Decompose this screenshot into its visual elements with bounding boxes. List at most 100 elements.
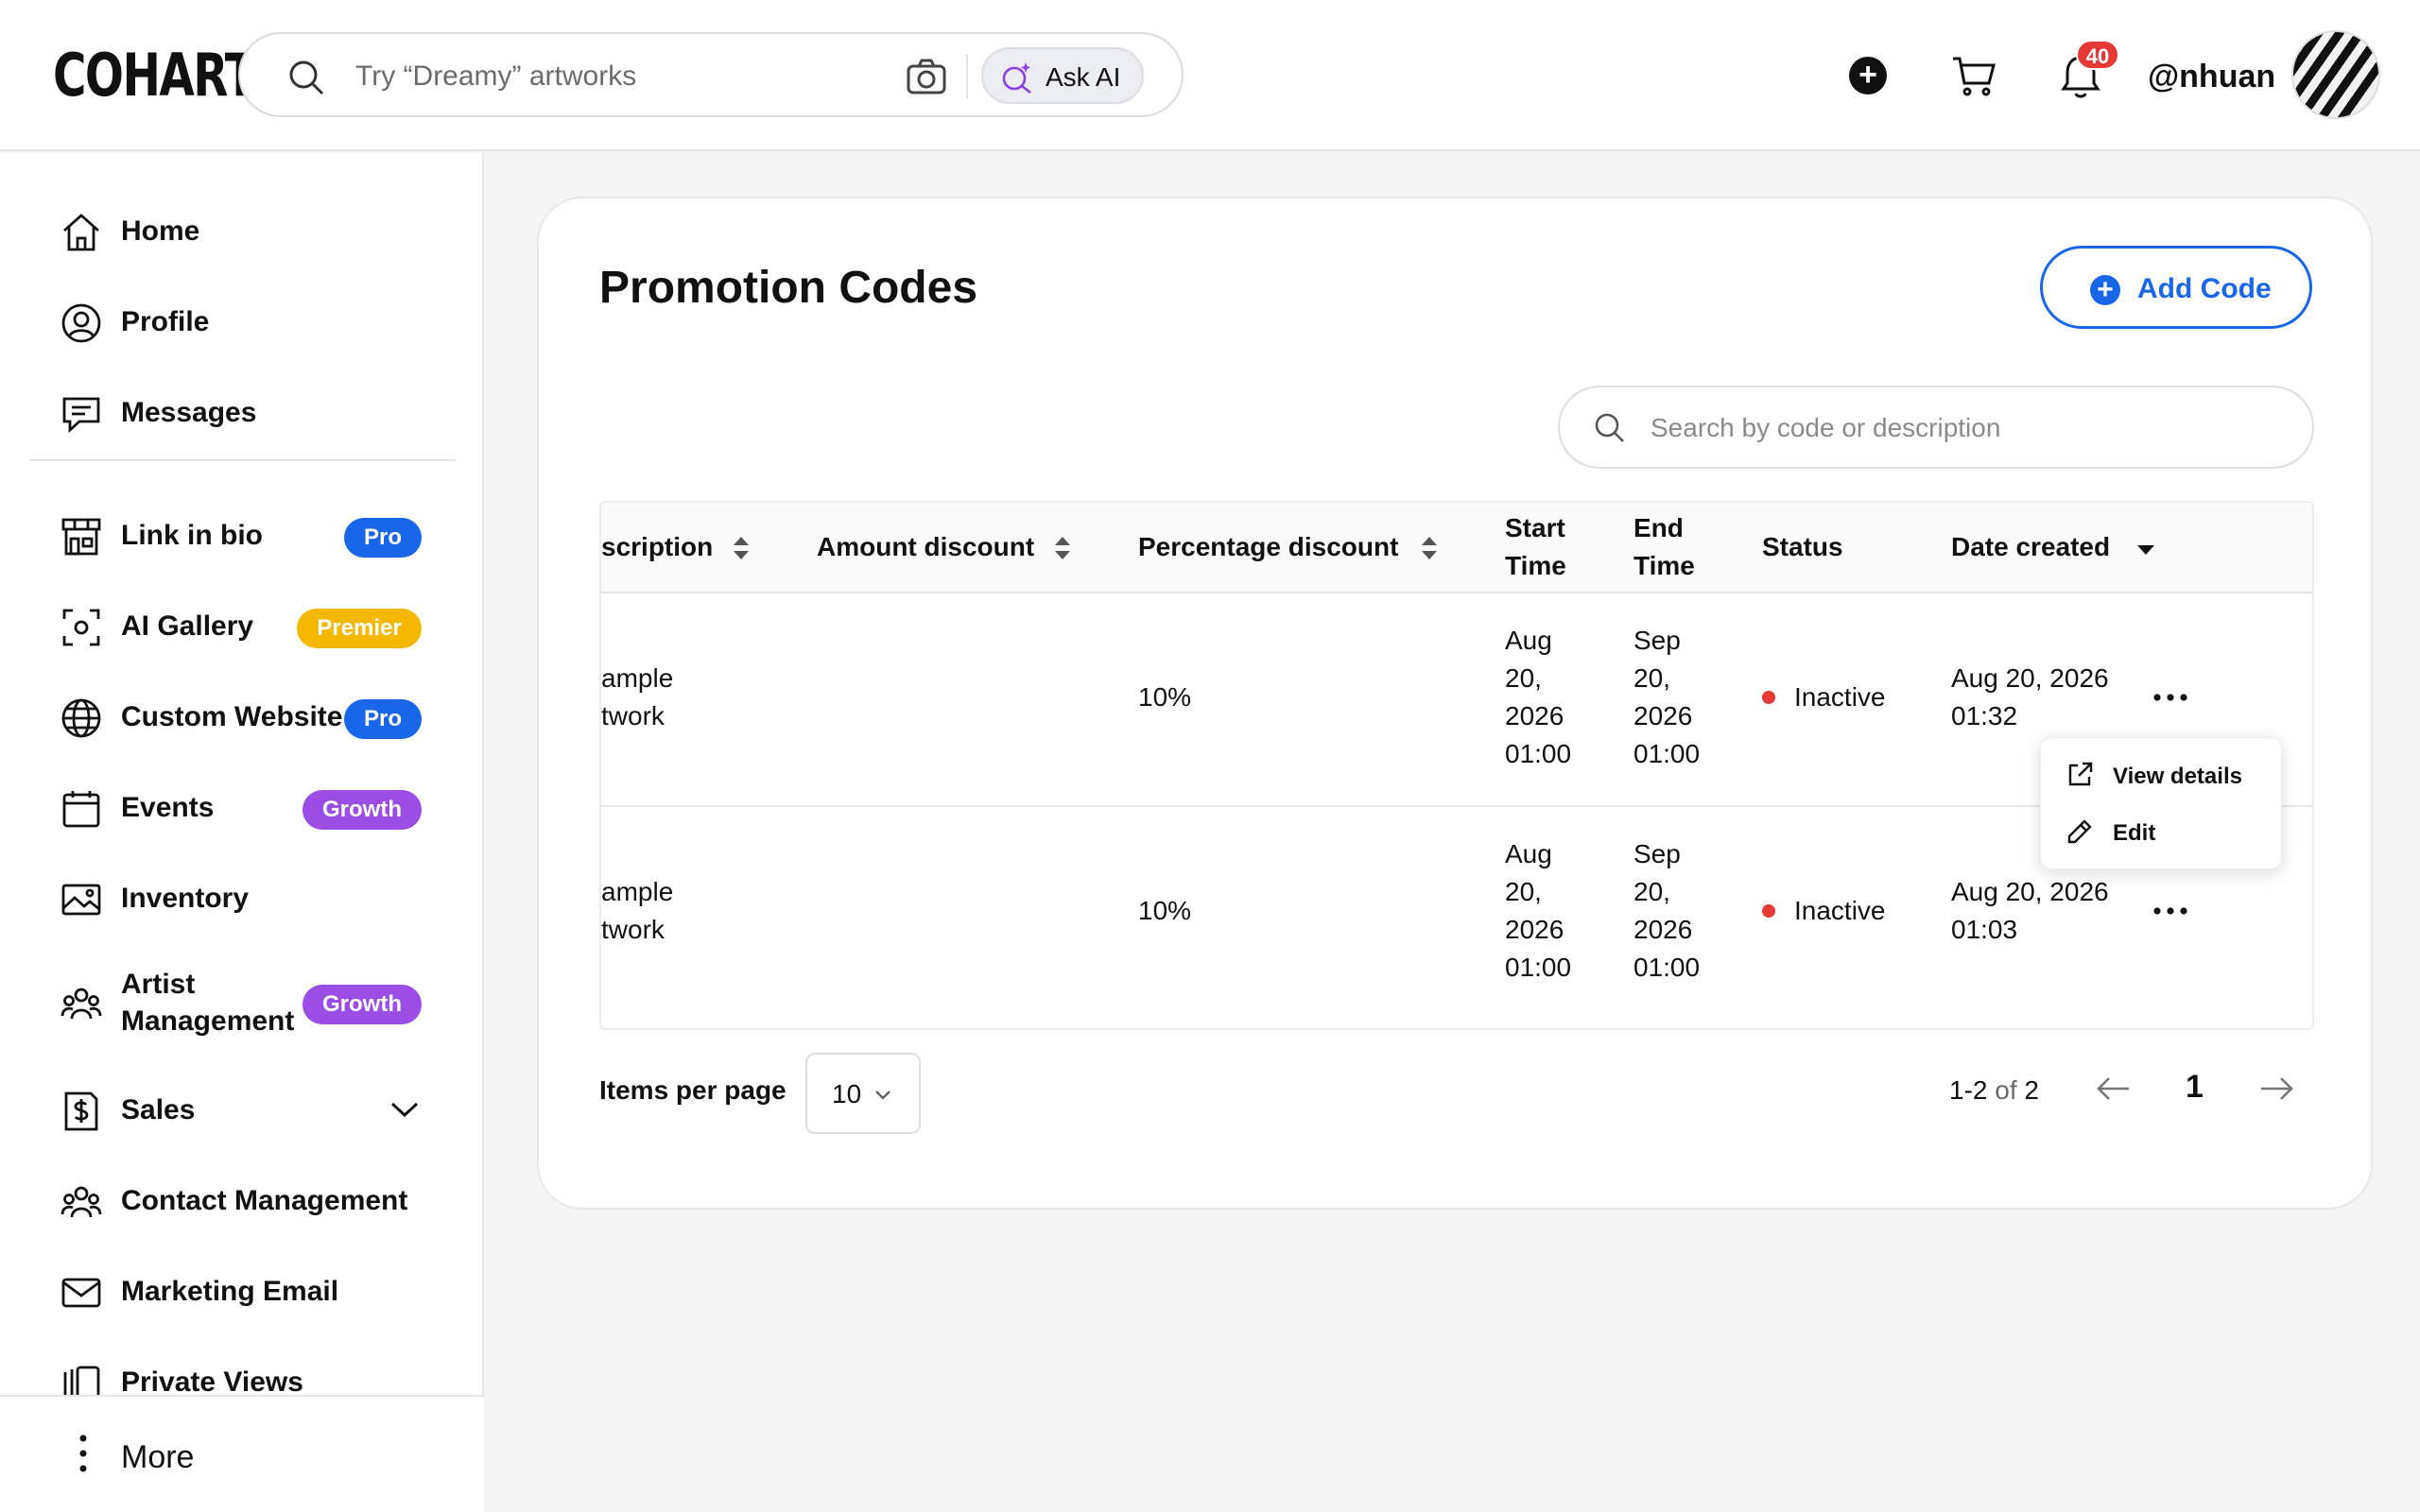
- code-search-input[interactable]: Search by code or description: [1558, 386, 2314, 469]
- status-badge: Inactive: [1794, 896, 1886, 925]
- cell-description: ample: [601, 663, 674, 693]
- sidebar-item-inventory[interactable]: Inventory: [60, 868, 439, 928]
- sidebar-item-messages[interactable]: Messages: [60, 382, 439, 442]
- sidebar-item-artist-management[interactable]: Artist Management Growth: [60, 969, 439, 1037]
- store-icon: [61, 518, 101, 556]
- dollar-icon: [64, 1091, 98, 1131]
- cell-start-time: Aug: [1505, 839, 1552, 868]
- add-code-label: Add Code: [2137, 273, 2272, 304]
- cell-end-time: Sep: [1634, 839, 1681, 868]
- sidebar-item-label: Link in bio: [121, 520, 263, 551]
- cohart-logo[interactable]: COHART: [53, 43, 256, 108]
- sidebar-item-home[interactable]: Home: [60, 200, 439, 261]
- menu-item-view-details[interactable]: View details: [2041, 749, 2281, 802]
- cell-date-created: 01:03: [1951, 915, 2018, 944]
- search-icon: [289, 60, 324, 95]
- sort-desc-icon[interactable]: [2136, 544, 2155, 556]
- global-search-bar[interactable]: Try “Dreamy” artworks Ask AI: [238, 32, 1184, 117]
- column-header-end-time: End: [1634, 513, 1684, 542]
- search-divider: [966, 55, 968, 98]
- ask-ai-label: Ask AI: [1046, 62, 1121, 92]
- sort-icon[interactable]: [1420, 535, 1439, 561]
- avatar[interactable]: [2291, 30, 2380, 119]
- menu-item-label: Edit: [2113, 820, 2156, 846]
- row-actions-menu: View details Edit: [2040, 737, 2282, 869]
- sidebar-item-custom-website[interactable]: Custom Website Pro: [60, 686, 439, 747]
- pagination-of-label: of: [1995, 1075, 2017, 1105]
- plus-circle-icon: +: [2090, 275, 2120, 305]
- row-actions-icon[interactable]: [2148, 686, 2193, 709]
- arrow-right-icon[interactable]: [2257, 1070, 2295, 1108]
- cell-start-time: 2026: [1505, 701, 1564, 730]
- code-search-placeholder: Search by code or description: [1651, 413, 2001, 442]
- cell-start-time: Aug: [1505, 626, 1552, 655]
- sidebar-item-ai-gallery[interactable]: AI Gallery Premier: [60, 595, 439, 656]
- sort-icon[interactable]: [732, 535, 751, 561]
- column-header-start-time: Time: [1505, 551, 1566, 580]
- sidebar-item-label: Marketing Email: [121, 1276, 339, 1307]
- arrow-left-icon[interactable]: [2095, 1070, 2133, 1108]
- sidebar-more[interactable]: More: [0, 1395, 484, 1512]
- sidebar-item-label: Sales: [121, 1094, 196, 1125]
- cell-description: ample: [601, 877, 674, 906]
- cell-start-time: 01:00: [1505, 739, 1572, 768]
- sidebar-item-label: Custom Website: [121, 701, 343, 732]
- sort-icon[interactable]: [1053, 535, 1072, 561]
- globe-icon: [61, 698, 101, 738]
- cell-description: twork: [601, 915, 665, 944]
- top-header: COHART Try “Dreamy” artworks Ask AI + 40…: [0, 0, 2420, 151]
- calendar-icon: [62, 791, 100, 828]
- column-header-amount-discount[interactable]: Amount discount: [817, 529, 1034, 565]
- menu-item-edit[interactable]: Edit: [2041, 806, 2281, 859]
- status-dot-inactive: [1762, 904, 1775, 918]
- add-code-button[interactable]: + Add Code: [2040, 246, 2312, 329]
- sidebar-item-link-in-bio[interactable]: Link in bio Pro: [60, 505, 439, 565]
- cell-start-time: 20,: [1505, 663, 1542, 693]
- cell-end-time: 20,: [1634, 663, 1670, 693]
- username-label[interactable]: @nhuan: [2148, 57, 2275, 96]
- column-header-end-time: Time: [1634, 551, 1695, 580]
- profile-icon: [61, 303, 101, 343]
- cell-percentage-discount: 10%: [1138, 896, 1192, 925]
- status-badge: Inactive: [1794, 682, 1886, 712]
- sidebar-item-marketing-email[interactable]: Marketing Email: [60, 1261, 439, 1321]
- growth-badge: Growth: [302, 790, 422, 830]
- sidebar: Home Profile Messages Link in bio Pro AI…: [0, 153, 484, 1512]
- camera-icon[interactable]: [906, 57, 947, 96]
- cell-end-time: 01:00: [1634, 953, 1701, 982]
- cell-end-time: 20,: [1634, 877, 1670, 906]
- cell-date-created: 01:32: [1951, 701, 2018, 730]
- column-header-status: Status: [1762, 532, 1843, 561]
- pagination-range-value: 1-2: [1949, 1075, 1988, 1105]
- sidebar-item-profile[interactable]: Profile: [60, 291, 439, 352]
- ai-sparkle-search-icon: [1002, 62, 1031, 94]
- sidebar-item-contact-management[interactable]: Contact Management: [60, 1170, 439, 1230]
- cell-end-time: 2026: [1634, 915, 1693, 944]
- items-per-page-select[interactable]: 10: [805, 1053, 921, 1134]
- sidebar-item-sales[interactable]: Sales: [60, 1079, 439, 1140]
- current-page-number[interactable]: 1: [2186, 1068, 2204, 1106]
- cell-percentage-discount: 10%: [1138, 682, 1192, 712]
- sidebar-item-events[interactable]: Events Growth: [60, 777, 439, 837]
- sidebar-item-label: Contact Management: [121, 1185, 408, 1216]
- growth-badge: Growth: [302, 985, 422, 1024]
- contacts-icon: [60, 1186, 102, 1218]
- sidebar-item-label: Profile: [121, 306, 210, 337]
- ask-ai-button[interactable]: Ask AI: [981, 47, 1144, 104]
- image-icon: [61, 884, 101, 916]
- table-header: scription Amount discount Percentage dis…: [601, 503, 2312, 593]
- menu-item-label: View details: [2113, 764, 2242, 789]
- cart-icon[interactable]: [1951, 53, 1996, 98]
- row-actions-icon[interactable]: [2148, 900, 2193, 922]
- column-header-description[interactable]: scription: [601, 529, 713, 565]
- messages-icon: [62, 397, 100, 434]
- global-search-placeholder[interactable]: Try “Dreamy” artworks: [355, 59, 636, 94]
- column-header-percentage-discount[interactable]: Percentage discount: [1138, 529, 1398, 565]
- pro-badge: Pro: [344, 699, 422, 739]
- home-icon: [63, 214, 99, 251]
- sidebar-item-label: Events: [121, 792, 215, 823]
- column-header-date-created[interactable]: Date created: [1951, 529, 2110, 565]
- chevron-down-icon[interactable]: [389, 1100, 420, 1119]
- chevron-down-icon: [875, 1091, 890, 1100]
- create-plus-button[interactable]: +: [1849, 57, 1887, 94]
